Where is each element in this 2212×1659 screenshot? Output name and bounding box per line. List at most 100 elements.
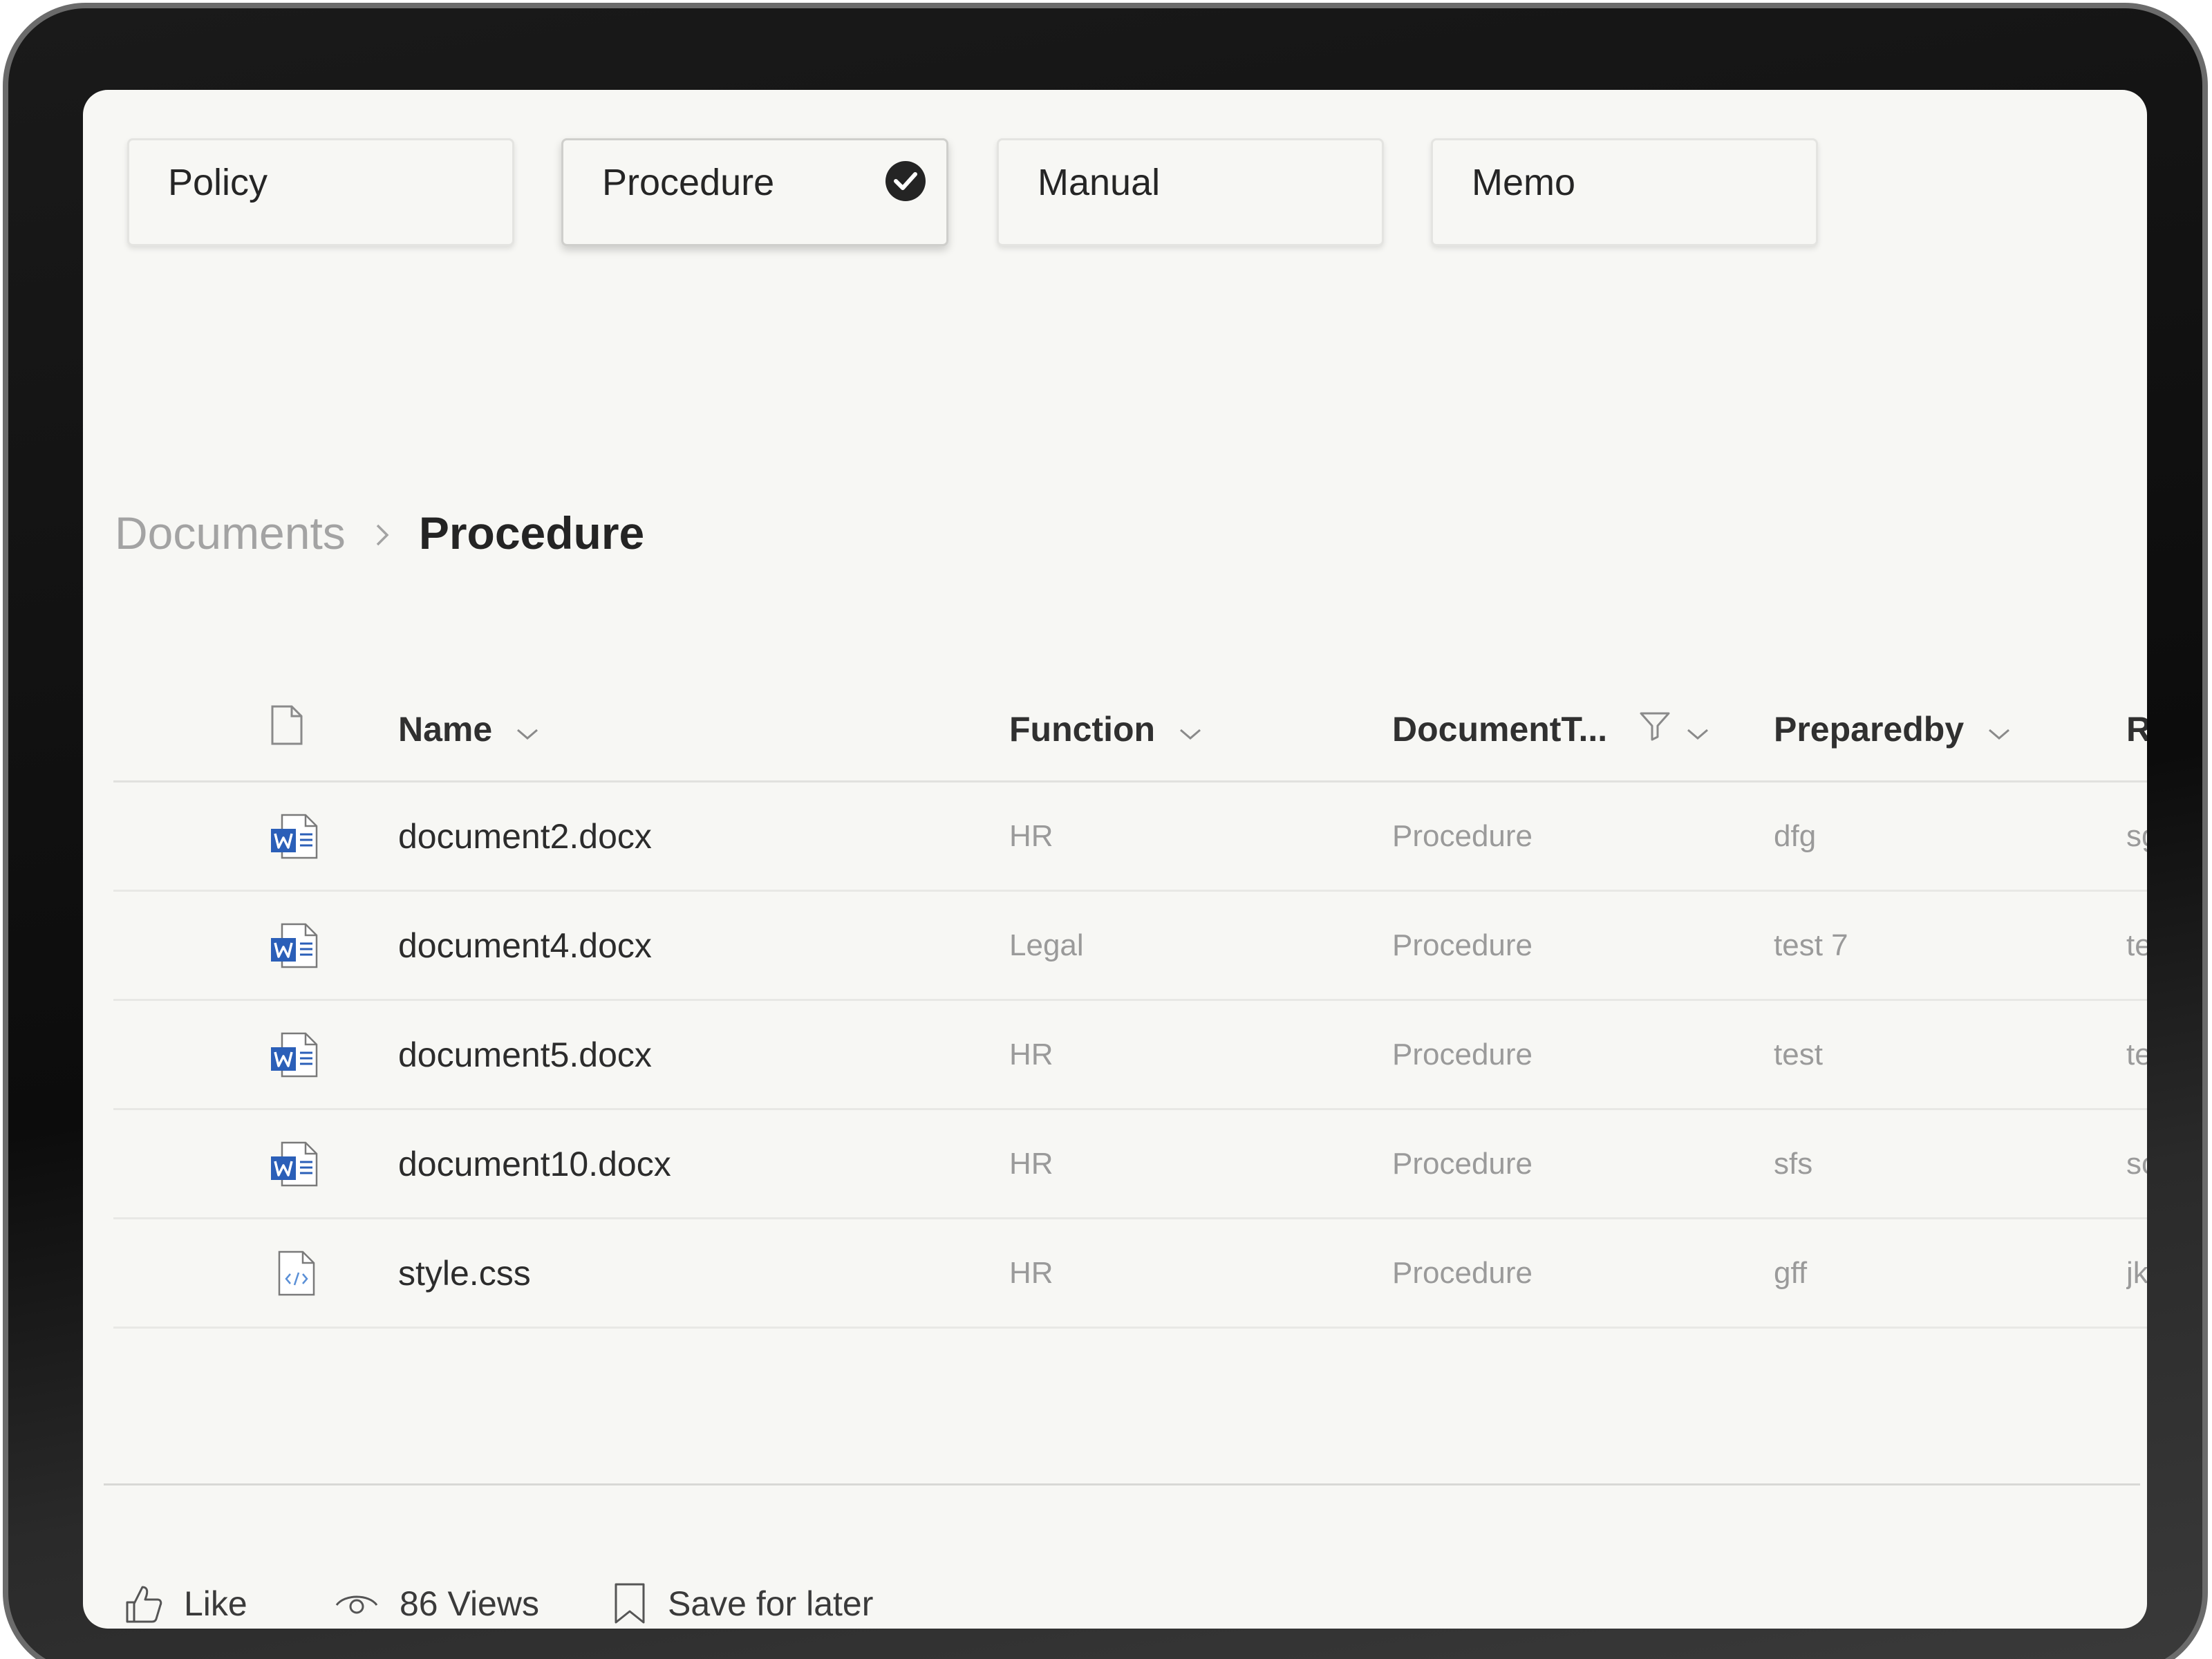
preparedby-cell: gff: [1774, 1219, 1807, 1327]
function-value: HR: [1009, 1146, 1053, 1181]
preparedby-value: test: [1774, 1037, 1823, 1071]
file-name-link[interactable]: document10.docx: [398, 1110, 671, 1217]
tile-manual[interactable]: Manual: [997, 138, 1384, 246]
r-value: jk: [2126, 1255, 2147, 1290]
file-name: document10.docx: [398, 1144, 671, 1183]
file-icon: [270, 704, 304, 754]
column-label: Function: [1009, 709, 1156, 749]
footer-divider: [104, 1483, 2140, 1485]
preparedby-value: dfg: [1774, 818, 1817, 853]
file-name-link[interactable]: document4.docx: [398, 892, 652, 999]
file-name: document5.docx: [398, 1035, 652, 1074]
chevron-down-icon: [516, 709, 539, 749]
thumbs-up-icon: [126, 1586, 162, 1623]
tile-procedure[interactable]: Procedure: [561, 138, 948, 246]
function-value: HR: [1009, 818, 1053, 853]
function-value: Legal: [1009, 928, 1084, 962]
word-doc-icon: [270, 782, 319, 890]
table-row[interactable]: document5.docx HR Procedure test te: [113, 1001, 2147, 1110]
chevron-down-icon: [1179, 709, 1202, 749]
column-header-name[interactable]: Name: [398, 677, 539, 780]
code-file-icon: [270, 1219, 319, 1327]
r-cell: jk: [2126, 1219, 2147, 1327]
table-header: Name Function DocumentT... Preparedby R: [113, 677, 2147, 782]
file-name-link[interactable]: style.css: [398, 1219, 531, 1327]
file-type-column-header[interactable]: [270, 677, 304, 780]
document-type-cell: Procedure: [1392, 1001, 1533, 1108]
file-name-link[interactable]: document2.docx: [398, 782, 652, 890]
preparedby-value: test 7: [1774, 928, 1848, 962]
word-doc-icon: [270, 1110, 319, 1217]
column-header-preparedby[interactable]: Preparedby: [1774, 677, 2011, 780]
table-row[interactable]: style.css HR Procedure gff jk: [113, 1219, 2147, 1329]
table-row[interactable]: document4.docx Legal Procedure test 7 te: [113, 892, 2147, 1001]
column-header-document-type[interactable]: DocumentT...: [1392, 677, 1709, 780]
column-label: DocumentT...: [1392, 709, 1608, 749]
document-type-cell: Procedure: [1392, 782, 1533, 890]
tile-policy[interactable]: Policy: [127, 138, 514, 246]
function-cell: Legal: [1009, 892, 1084, 999]
column-header-function[interactable]: Function: [1009, 677, 1202, 780]
documents-table: Name Function DocumentT... Preparedby R …: [113, 677, 2147, 1329]
word-doc-icon: [270, 1001, 319, 1108]
save-label: Save for later: [668, 1584, 874, 1623]
r-value: sg: [2126, 818, 2147, 853]
preparedby-value: sfs: [1774, 1146, 1813, 1181]
chevron-down-icon: [1686, 709, 1709, 749]
document-type-value: Procedure: [1392, 1146, 1533, 1181]
preparedby-cell: sfs: [1774, 1110, 1812, 1217]
tile-label: Procedure: [602, 162, 775, 203]
function-cell: HR: [1009, 1110, 1053, 1217]
document-type-value: Procedure: [1392, 818, 1533, 853]
tile-memo[interactable]: Memo: [1431, 138, 1818, 246]
function-cell: HR: [1009, 1001, 1053, 1108]
tile-label: Policy: [168, 162, 268, 203]
table-row[interactable]: document10.docx HR Procedure sfs sc: [113, 1110, 2147, 1219]
function-cell: HR: [1009, 1219, 1053, 1327]
eye-icon: [335, 1595, 378, 1614]
filter-icon[interactable]: [1639, 709, 1671, 749]
file-name: document4.docx: [398, 926, 652, 965]
chevron-right-icon: [375, 507, 390, 559]
document-type-cell: Procedure: [1392, 892, 1533, 999]
r-cell: te: [2126, 892, 2147, 999]
column-label: Name: [398, 709, 493, 749]
column-label: Preparedby: [1774, 709, 1965, 749]
chevron-down-icon: [1987, 709, 2011, 749]
file-name: document2.docx: [398, 816, 652, 856]
r-cell: sc: [2126, 1110, 2147, 1217]
views-label: 86 Views: [400, 1584, 539, 1623]
r-value: sc: [2126, 1146, 2147, 1181]
r-cell: sg: [2126, 782, 2147, 890]
file-name-link[interactable]: document5.docx: [398, 1001, 652, 1108]
document-type-value: Procedure: [1392, 928, 1533, 962]
function-cell: HR: [1009, 782, 1053, 890]
column-header-r[interactable]: R: [2126, 677, 2147, 780]
table-row[interactable]: document2.docx HR Procedure dfg sg: [113, 782, 2147, 892]
r-value: te: [2126, 1037, 2147, 1071]
breadcrumb-current: Procedure: [418, 507, 645, 559]
preparedby-cell: test: [1774, 1001, 1823, 1108]
bookmark-icon: [615, 1583, 645, 1624]
checkmark-icon: [885, 161, 926, 201]
preparedby-cell: dfg: [1774, 782, 1816, 890]
preparedby-cell: test 7: [1774, 892, 1848, 999]
tile-label: Manual: [1038, 162, 1161, 203]
column-label: R: [2126, 709, 2147, 749]
category-tiles: Policy Procedure Manual Memo: [127, 138, 2063, 246]
tablet-frame: Policy Procedure Manual Memo Documents P…: [3, 3, 2208, 1659]
function-value: HR: [1009, 1255, 1053, 1290]
save-for-later-button[interactable]: Save for later: [612, 1576, 873, 1629]
r-cell: te: [2126, 1001, 2147, 1108]
document-type-value: Procedure: [1392, 1255, 1533, 1290]
breadcrumb-documents-link[interactable]: Documents: [115, 507, 346, 559]
breadcrumb: Documents Procedure: [115, 502, 644, 564]
preparedby-value: gff: [1774, 1255, 1808, 1290]
function-value: HR: [1009, 1037, 1053, 1071]
views-count: 86 Views: [335, 1576, 539, 1629]
tile-label: Memo: [1472, 162, 1576, 203]
like-label: Like: [184, 1584, 247, 1623]
document-type-value: Procedure: [1392, 1037, 1533, 1071]
like-button[interactable]: Like: [124, 1576, 247, 1629]
word-doc-icon: [270, 892, 319, 999]
